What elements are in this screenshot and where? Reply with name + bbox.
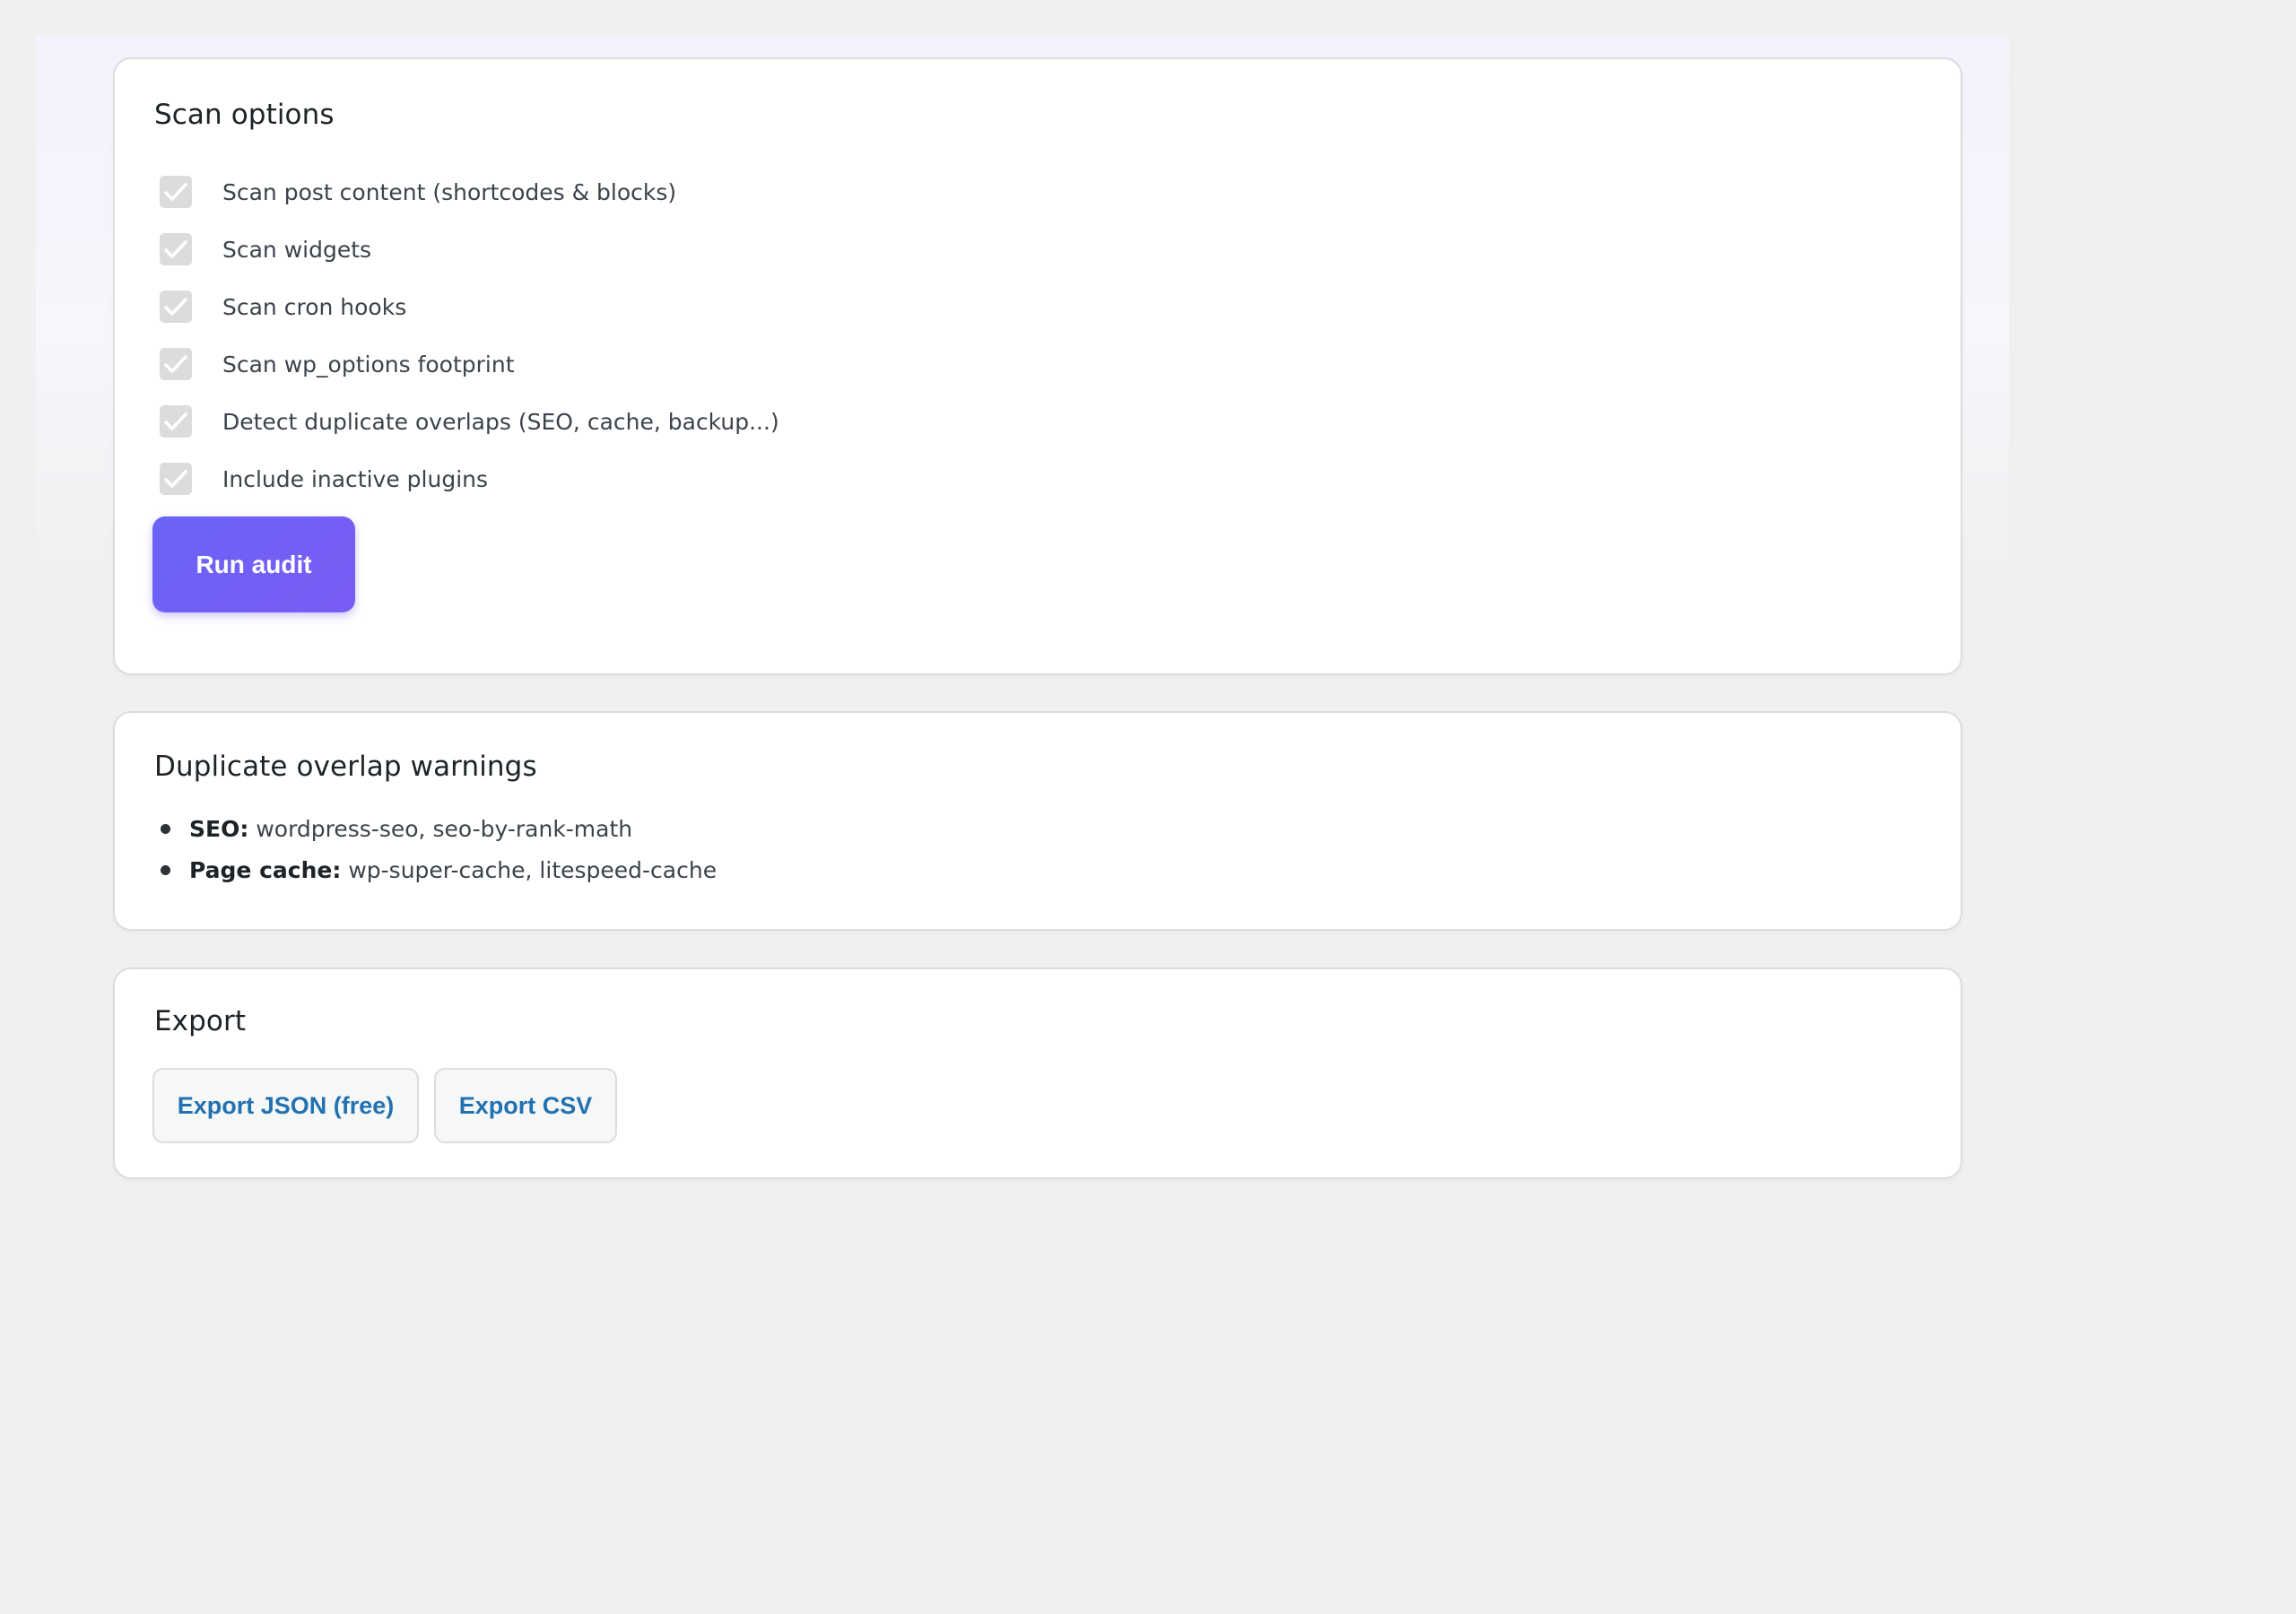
warning-category: SEO: xyxy=(189,815,249,842)
option-label: Scan wp_options footprint xyxy=(222,351,515,377)
checkbox-checked-icon[interactable] xyxy=(160,405,192,438)
option-include-inactive[interactable]: Include inactive plugins xyxy=(160,450,779,508)
export-json-button[interactable]: Export JSON (free) xyxy=(152,1068,419,1143)
option-scan-post-content[interactable]: Scan post content (shortcodes & blocks) xyxy=(160,163,779,221)
warning-category: Page cache: xyxy=(189,856,342,883)
option-scan-wp-options[interactable]: Scan wp_options footprint xyxy=(160,335,779,393)
checkbox-checked-icon[interactable] xyxy=(160,348,192,380)
warning-plugins: wordpress-seo, seo-by-rank-math xyxy=(256,815,633,842)
checkbox-checked-icon[interactable] xyxy=(160,463,192,495)
option-label: Scan cron hooks xyxy=(222,293,407,320)
option-label: Scan widgets xyxy=(222,236,372,263)
scan-options-card: Scan options Scan post content (shortcod… xyxy=(113,57,1962,675)
bullet-icon xyxy=(161,864,170,875)
duplicate-warnings-title: Duplicate overlap warnings xyxy=(154,751,537,783)
bullet-icon xyxy=(161,823,170,834)
warning-plugins: wp-super-cache, litespeed-cache xyxy=(348,856,718,883)
option-label: Include inactive plugins xyxy=(222,465,489,492)
option-label: Detect duplicate overlaps (SEO, cache, b… xyxy=(222,408,779,435)
checkbox-checked-icon[interactable] xyxy=(160,291,192,323)
export-csv-button[interactable]: Export CSV xyxy=(434,1068,617,1143)
duplicate-warnings-list: SEO: wordpress-seo, seo-by-rank-math Pag… xyxy=(154,808,717,890)
list-item: Page cache: wp-super-cache, litespeed-ca… xyxy=(154,849,717,890)
duplicate-warnings-card: Duplicate overlap warnings SEO: wordpres… xyxy=(113,711,1962,931)
checkbox-checked-icon[interactable] xyxy=(160,233,192,265)
list-item: SEO: wordpress-seo, seo-by-rank-math xyxy=(154,808,717,849)
run-audit-button[interactable]: Run audit xyxy=(152,516,355,612)
option-detect-duplicates[interactable]: Detect duplicate overlaps (SEO, cache, b… xyxy=(160,393,779,450)
option-label: Scan post content (shortcodes & blocks) xyxy=(222,178,677,205)
export-card: Export Export JSON (free) Export CSV xyxy=(113,968,1962,1179)
option-scan-widgets[interactable]: Scan widgets xyxy=(160,221,779,278)
checkbox-checked-icon[interactable] xyxy=(160,176,192,208)
scan-options-list: Scan post content (shortcodes & blocks) … xyxy=(160,163,779,508)
option-scan-cron-hooks[interactable]: Scan cron hooks xyxy=(160,278,779,335)
scan-options-title: Scan options xyxy=(154,99,335,131)
export-title: Export xyxy=(154,1005,247,1037)
